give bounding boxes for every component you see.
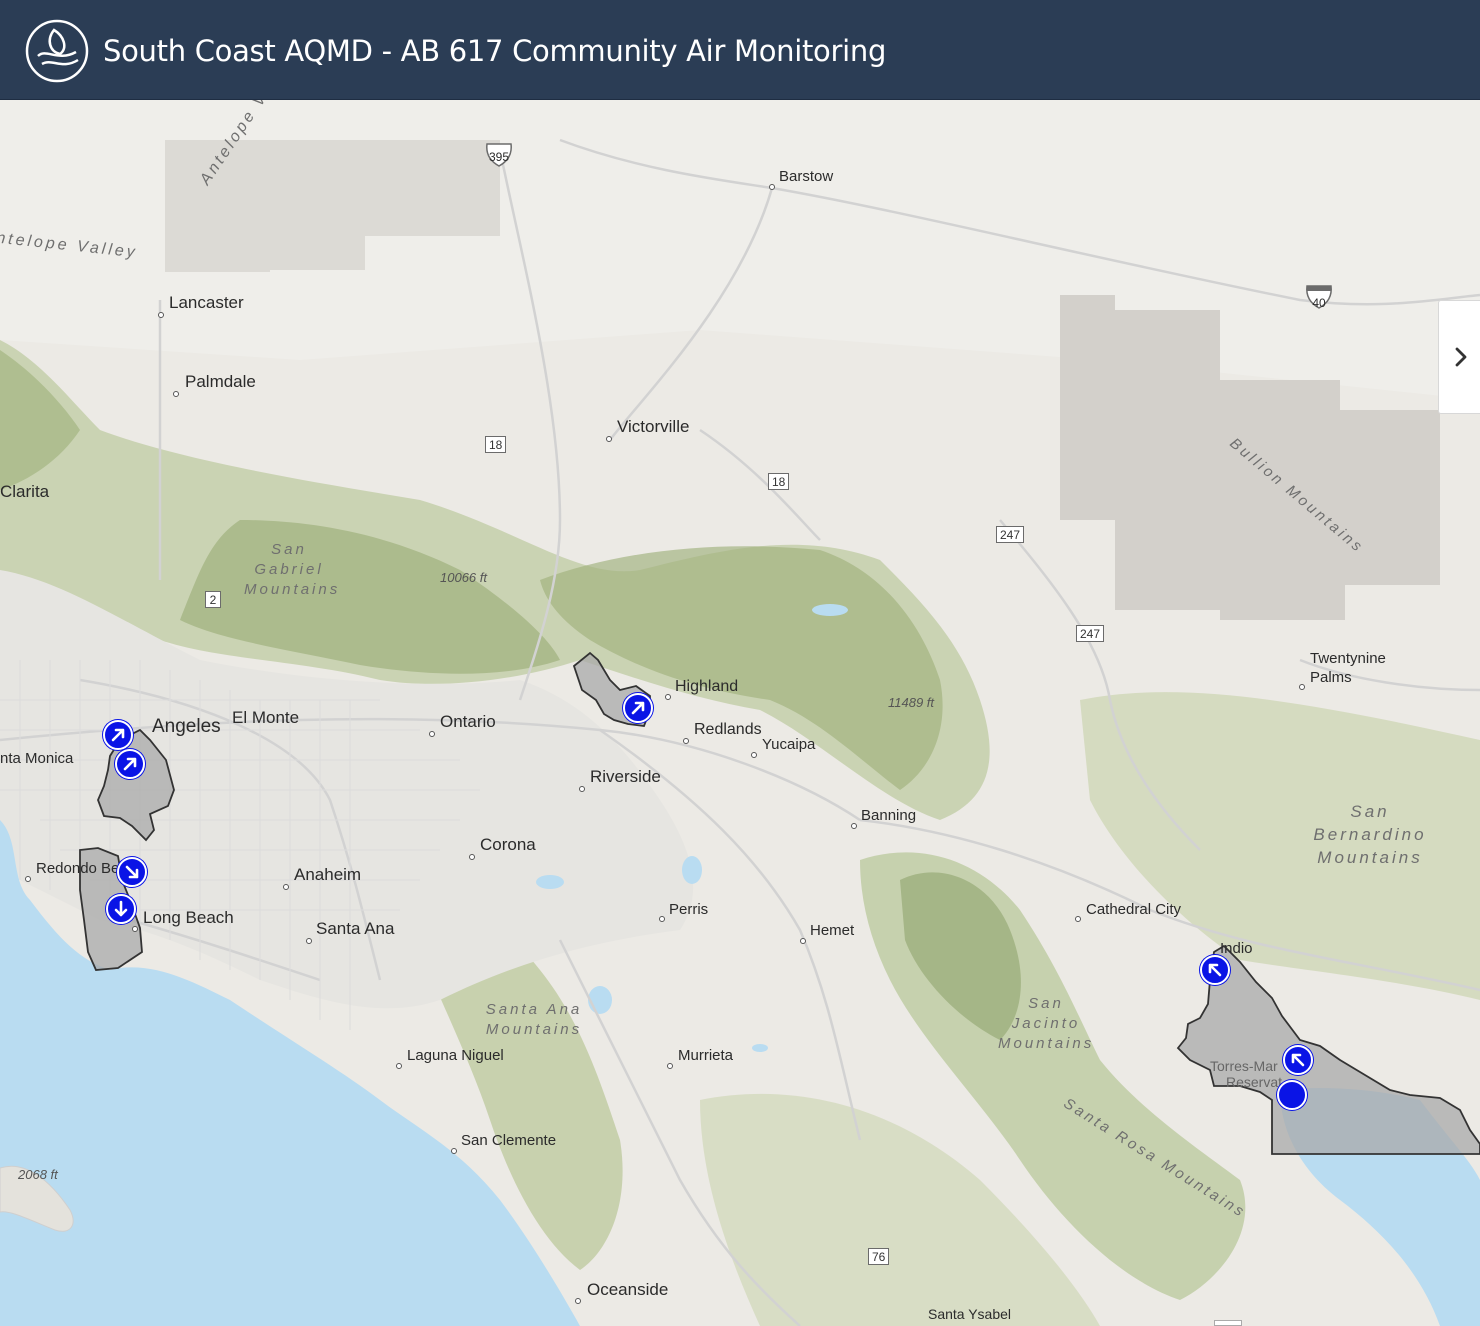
city-dot: [667, 1063, 673, 1069]
route-shield-18: 18: [485, 436, 507, 453]
city-label: Corona: [480, 835, 536, 854]
route-shield-2: 2: [205, 591, 221, 608]
city-dot: [579, 786, 585, 792]
route-shield-247: 247: [1076, 625, 1105, 642]
app-title: South Coast AQMD - AB 617 Community Air …: [103, 34, 887, 68]
region-reservat-label: Reservat: [1226, 1074, 1283, 1090]
city-dot: [306, 938, 312, 944]
arrow-up-right-icon: [631, 701, 645, 715]
city-label: Clarita: [0, 482, 50, 501]
city-dot: [1299, 684, 1305, 690]
city-dot: [575, 1298, 581, 1304]
elevation-label: 11489 ft: [888, 695, 935, 710]
city-label: El Monte: [232, 708, 300, 727]
city-label: Cathedral City: [1086, 901, 1182, 918]
city-label: Santa Ana: [316, 919, 395, 938]
monitor-marker-arrow-down-right[interactable]: [117, 857, 147, 887]
city-label: Twentynine Palms: [1310, 650, 1386, 686]
city-dot: [606, 436, 612, 442]
elevation-label: 2068 ft: [18, 1167, 58, 1182]
app-header: South Coast AQMD - AB 617 Community Air …: [0, 0, 1480, 100]
region-santa-ana-mountains-label: Santa Ana Mountains: [485, 1001, 583, 1038]
arrow-up-left-icon: [1291, 1053, 1305, 1067]
city-label: Highland: [675, 678, 739, 695]
map-view[interactable]: Antelope Valley ntelope Valley San Gabri…: [0, 100, 1480, 1326]
city-label: Murrieta: [678, 1047, 734, 1064]
city-label: Angeles: [152, 716, 221, 737]
map-edge-tab: [1214, 1320, 1242, 1326]
basemap: [0, 100, 1480, 1326]
city-label: nta Monica: [0, 750, 74, 767]
elevation-label: 10066 ft: [440, 570, 487, 585]
city-label: Palmdale: [185, 372, 256, 391]
city-label: Lancaster: [169, 293, 244, 312]
city-dot: [132, 926, 138, 932]
monitor-marker-arrow-up-left[interactable]: [1200, 955, 1230, 985]
city-label: Riverside: [590, 767, 661, 786]
city-label: Ontario: [440, 712, 496, 731]
city-dot: [469, 854, 475, 860]
city-dot: [769, 184, 775, 190]
city-label: Santa Ysabel: [928, 1306, 1012, 1322]
monitor-marker-arrow-up-right[interactable]: [623, 693, 653, 723]
city-label: Indio: [1220, 940, 1253, 957]
arrow-down-right-icon: [125, 865, 139, 879]
city-label: Victorville: [617, 417, 690, 436]
city-dot: [25, 876, 31, 882]
city-dot: [283, 884, 289, 890]
arrow-up-left-icon: [1208, 963, 1222, 977]
city-label: Laguna Niguel: [407, 1047, 504, 1064]
monitor-marker-arrow-down[interactable]: [106, 894, 136, 924]
chevron-right-icon: [1455, 347, 1467, 367]
city-dot: [800, 938, 806, 944]
city-label: Redlands: [694, 721, 762, 738]
city-dot: [683, 738, 689, 744]
route-shield-18: 18: [768, 473, 790, 490]
city-label: Yucaipa: [762, 736, 816, 753]
monitor-marker-arrow-up-right[interactable]: [103, 720, 133, 750]
city-label: San Clemente: [461, 1132, 557, 1149]
city-label: Perris: [669, 901, 709, 918]
city-label: Oceanside: [587, 1280, 669, 1299]
region-san-jacinto-label: San Jacinto Mountains: [998, 995, 1095, 1052]
arrow-up-right-icon: [111, 728, 125, 742]
city-label: Hemet: [810, 922, 855, 939]
city-dot: [451, 1148, 457, 1154]
city-dot: [158, 312, 164, 318]
city-dot: [665, 694, 671, 700]
city-dot: [173, 391, 179, 397]
route-shield-247: 247: [996, 526, 1025, 543]
city-dot: [659, 916, 665, 922]
city-label: Barstow: [779, 168, 834, 185]
arrow-up-right-icon: [123, 757, 137, 771]
region-san-bernardino-label: San Bernardino Mountains: [1313, 802, 1427, 867]
region-san-gabriel-label: San Gabriel Mountains: [244, 541, 341, 598]
interstate-label: 40: [1312, 296, 1326, 310]
monitor-marker-arrow-up-left[interactable]: [1283, 1045, 1313, 1075]
city-dot: [429, 731, 435, 737]
monitor-marker-no-wind[interactable]: [1277, 1080, 1307, 1110]
city-dot: [751, 752, 757, 758]
city-label: Banning: [861, 807, 917, 824]
city-label: Anaheim: [294, 865, 362, 884]
route-shield-76: 76: [868, 1248, 890, 1265]
aqmd-logo-icon: [25, 19, 89, 83]
us-route-label: 395: [488, 150, 510, 164]
arrow-down-icon: [114, 900, 128, 917]
city-dot: [396, 1063, 402, 1069]
monitor-marker-arrow-up-right[interactable]: [115, 749, 145, 779]
city-dot: [851, 823, 857, 829]
city-dot: [1075, 916, 1081, 922]
city-label: Redondo Be: [36, 860, 120, 877]
city-label: Long Beach: [143, 908, 234, 927]
panel-expand-button[interactable]: [1438, 300, 1480, 414]
